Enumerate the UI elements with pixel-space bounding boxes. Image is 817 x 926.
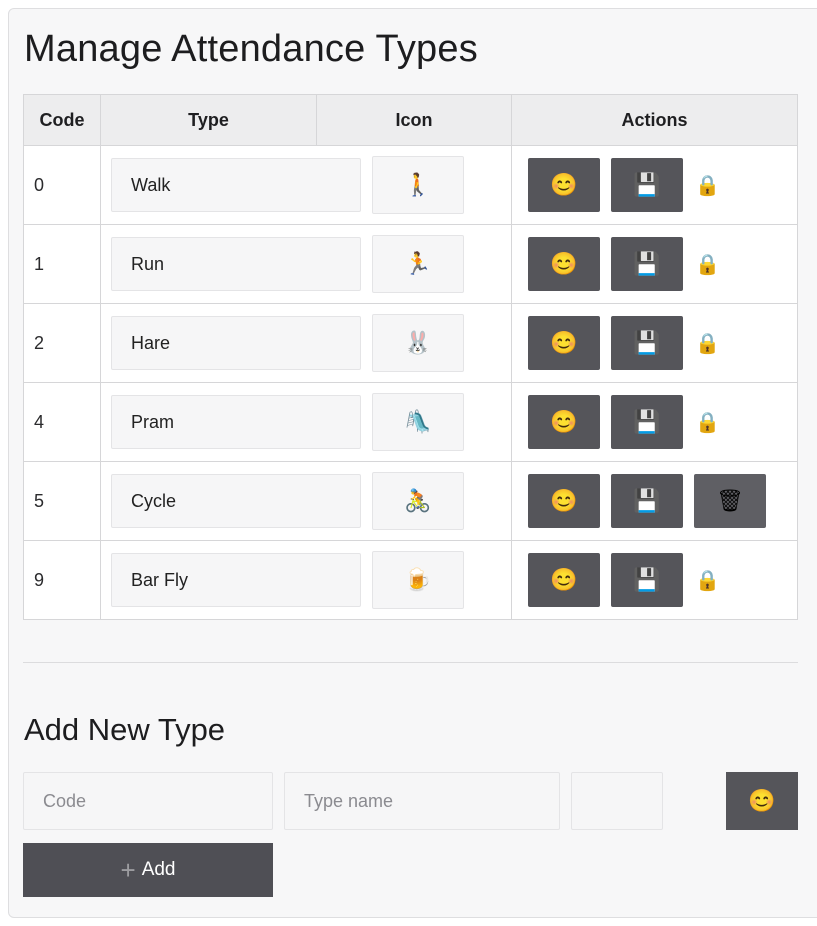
new-icon-field[interactable]	[571, 772, 663, 830]
new-emoji-picker-button[interactable]: 😊	[726, 772, 798, 830]
smiley-icon: 😊	[550, 330, 578, 355]
delete-button[interactable]: 🗑	[694, 474, 766, 528]
save-button[interactable]: 💾	[611, 395, 683, 449]
row-code: 0	[23, 145, 101, 225]
page-title: Manage Attendance Types	[24, 28, 478, 70]
type-name-field[interactable]: Bar Fly	[111, 553, 361, 607]
attendance-types-table: Code Type Icon Actions 0 Walk 🚶 😊 💾 🔒 1 …	[23, 94, 798, 620]
smiley-icon: 😊	[550, 488, 578, 513]
row-code: 9	[23, 540, 101, 620]
run-icon[interactable]: 🏃	[372, 235, 464, 293]
smiley-icon: 😊	[550, 172, 578, 197]
walk-icon[interactable]: 🚶	[372, 156, 464, 214]
add-section-heading: Add New Type	[24, 712, 226, 747]
rabbit-icon[interactable]: 🐰	[372, 314, 464, 372]
floppy-disk-icon: 💾	[633, 567, 661, 592]
floppy-disk-icon: 💾	[633, 330, 661, 355]
type-name-field[interactable]: Pram	[111, 395, 361, 449]
emoji-picker-button[interactable]: 😊	[528, 553, 600, 607]
beer-mug-icon[interactable]: 🍺	[372, 551, 464, 609]
floppy-disk-icon: 💾	[633, 251, 661, 276]
floppy-disk-icon: 💾	[633, 409, 661, 434]
emoji-picker-button[interactable]: 😊	[528, 237, 600, 291]
type-name-field[interactable]: Run	[111, 237, 361, 291]
smiley-icon: 😊	[748, 788, 776, 813]
table-row: 2 Hare 🐰 😊 💾 🔒	[23, 303, 798, 383]
lock-icon: 🔒	[695, 411, 720, 434]
save-button[interactable]: 💾	[611, 474, 683, 528]
emoji-picker-button[interactable]: 😊	[528, 474, 600, 528]
trash-icon: 🗑	[716, 488, 744, 513]
smiley-icon: 😊	[550, 251, 578, 276]
column-header-type: Type	[100, 94, 317, 146]
add-button-label: Add	[141, 859, 176, 880]
table-row: 4 Pram 🛝 😊 💾 🔒	[23, 382, 798, 462]
row-code: 2	[23, 303, 101, 383]
row-code: 1	[23, 224, 101, 304]
lock-icon: 🔒	[695, 332, 720, 355]
save-button[interactable]: 💾	[611, 158, 683, 212]
floppy-disk-icon: 💾	[633, 488, 661, 513]
smiley-icon: 😊	[550, 409, 578, 434]
lock-icon: 🔒	[695, 253, 720, 276]
emoji-picker-button[interactable]: 😊	[528, 395, 600, 449]
new-type-name-input[interactable]	[284, 772, 560, 830]
save-button[interactable]: 💾	[611, 553, 683, 607]
column-header-actions: Actions	[511, 94, 798, 146]
new-code-input[interactable]	[23, 772, 273, 830]
row-code: 4	[23, 382, 101, 462]
section-divider	[23, 662, 798, 663]
table-row: 5 Cycle 🚴 😊 💾 🗑	[23, 461, 798, 541]
column-header-icon: Icon	[316, 94, 512, 146]
table-row: 0 Walk 🚶 😊 💾 🔒	[23, 145, 798, 225]
type-name-field[interactable]: Walk	[111, 158, 361, 212]
floppy-disk-icon: 💾	[633, 172, 661, 197]
add-type-button[interactable]: + Add	[23, 843, 273, 897]
smiley-icon: 😊	[550, 567, 578, 592]
lock-icon: 🔒	[695, 174, 720, 197]
plus-icon: +	[120, 855, 136, 885]
emoji-picker-button[interactable]: 😊	[528, 316, 600, 370]
row-code: 5	[23, 461, 101, 541]
save-button[interactable]: 💾	[611, 237, 683, 291]
type-name-field[interactable]: Hare	[111, 316, 361, 370]
type-name-field[interactable]: Cycle	[111, 474, 361, 528]
emoji-picker-button[interactable]: 😊	[528, 158, 600, 212]
cyclist-icon[interactable]: 🚴	[372, 472, 464, 530]
column-header-code: Code	[23, 94, 101, 146]
pram-icon[interactable]: 🛝	[372, 393, 464, 451]
lock-icon: 🔒	[695, 569, 720, 592]
table-row: 9 Bar Fly 🍺 😊 💾 🔒	[23, 540, 798, 620]
save-button[interactable]: 💾	[611, 316, 683, 370]
table-row: 1 Run 🏃 😊 💾 🔒	[23, 224, 798, 304]
